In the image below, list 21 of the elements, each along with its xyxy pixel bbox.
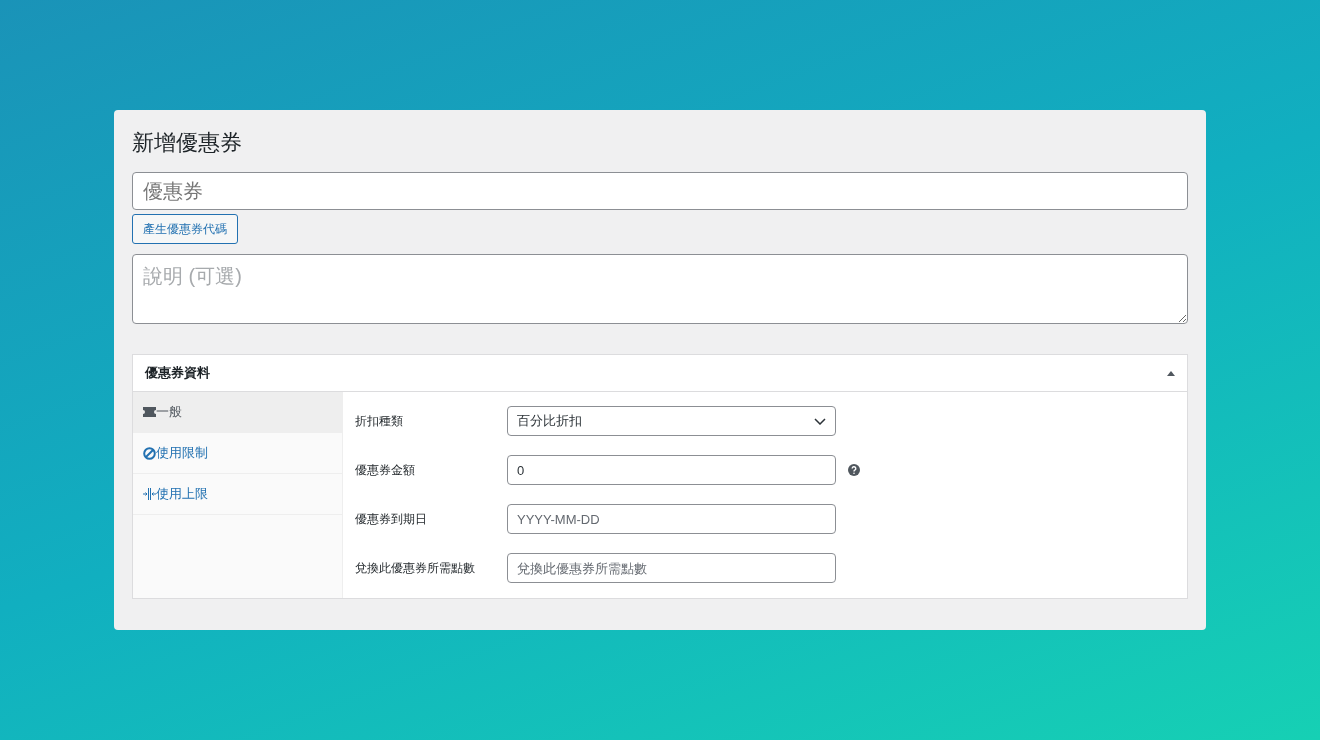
text-field[interactable]: YYYY-MM-DD: [507, 504, 836, 534]
sidebar-tab[interactable]: 一般: [133, 392, 342, 433]
collapse-toggle-icon[interactable]: [1167, 370, 1175, 376]
text-field[interactable]: 0: [507, 455, 836, 485]
chevron-down-icon: [814, 417, 826, 425]
discount-type-dropdown[interactable]: 百分比折扣: [507, 406, 836, 436]
panel-title: 優惠券資料: [145, 364, 210, 383]
field-label: 折扣種類: [355, 413, 404, 430]
ticket-icon: [143, 407, 156, 417]
field-label: 兌換此優惠券所需點數: [355, 560, 476, 577]
arrows-inward-icon: [143, 488, 156, 500]
blocked-icon: [143, 446, 156, 460]
generate-code-button[interactable]: 產生優惠券代碼: [132, 214, 238, 244]
description-field[interactable]: 說明 (可選): [132, 254, 1188, 324]
coupon-code-field[interactable]: 優惠券: [132, 172, 1188, 210]
dropdown-value: 百分比折扣: [517, 412, 582, 431]
text-field[interactable]: 兌換此優惠券所需點數: [507, 553, 836, 583]
field-label: 優惠券到期日: [355, 511, 428, 528]
field-label: 優惠券金額: [355, 462, 416, 479]
help-icon[interactable]: [848, 464, 860, 476]
page-title: 新增優惠券: [132, 129, 243, 157]
